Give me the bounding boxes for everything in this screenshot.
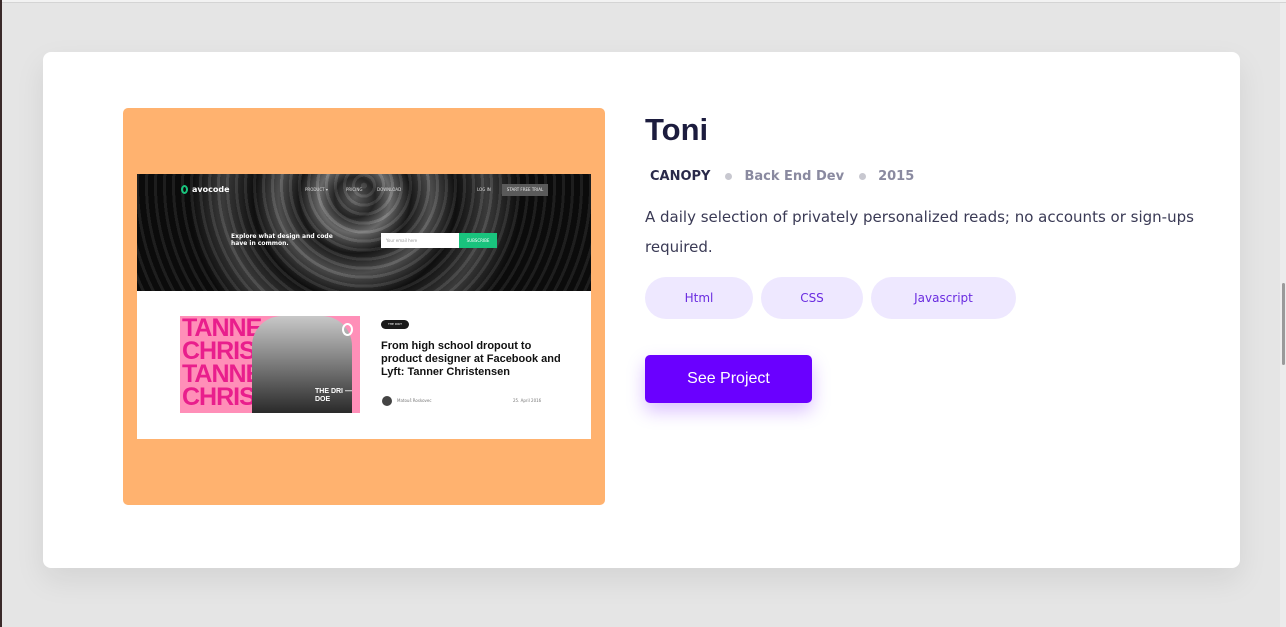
preview-chip: THE DRIT (381, 320, 409, 329)
meta-year: 2015 (878, 169, 915, 184)
meta-company: CANOPY (650, 169, 711, 184)
preview-hero-text: Explore what design and code have in com… (231, 233, 333, 247)
feature-text-line: CHRIS (182, 383, 256, 411)
preview-nav-product: PRODUCT ▾ (305, 187, 328, 192)
window-left-edge (0, 0, 2, 627)
preview-subscribe-button: SUBSCRIBE (459, 233, 497, 248)
preview-feature-image: TANNE CHRIS TANNE CHRIS THE DRI — DOE (180, 316, 360, 413)
preview-logo-text: avocode (192, 185, 230, 194)
preview-date: 25. April 2016 (513, 398, 542, 403)
tag-javascript[interactable]: Javascript (871, 277, 1016, 319)
preview-nav-download: DOWNLOAD (377, 187, 402, 192)
preview-author: Matouš Roskovec (397, 398, 432, 403)
preview-screenshot: avocode PRODUCT ▾ PRICING DOWNLOAD LOG I… (137, 174, 591, 439)
scrollbar-thumb[interactable] (1282, 283, 1285, 365)
preview-nav-pricing: PRICING (346, 187, 363, 192)
preview-cta: START FREE TRIAL (502, 184, 548, 196)
preview-nav-login: LOG IN (477, 187, 491, 192)
project-card: avocode PRODUCT ▾ PRICING DOWNLOAD LOG I… (43, 52, 1240, 568)
project-meta: CANOPY Back End Dev 2015 (650, 169, 914, 184)
browser-top-edge (0, 0, 1286, 3)
preview-nav: avocode PRODUCT ▾ PRICING DOWNLOAD LOG I… (137, 174, 591, 204)
project-preview: avocode PRODUCT ▾ PRICING DOWNLOAD LOG I… (123, 108, 605, 505)
preview-author-avatar (382, 396, 392, 406)
meta-role: Back End Dev (744, 169, 845, 184)
feature-tag: THE DRI — DOE (315, 388, 352, 403)
avocado-logo-icon (181, 185, 188, 194)
preview-email-field: Your email here (381, 233, 459, 248)
preview-article-title: From high school dropout to product desi… (381, 340, 561, 378)
see-project-button[interactable]: See Project (645, 355, 812, 403)
meta-separator-dot (725, 173, 733, 180)
tag-css[interactable]: CSS (761, 277, 863, 319)
project-description: A daily selection of privately personali… (645, 208, 1194, 256)
scrollbar[interactable] (1280, 3, 1286, 627)
project-title: Toni (645, 112, 709, 147)
meta-separator-dot (859, 173, 867, 180)
tech-tags: Html CSS Javascript (645, 277, 1016, 319)
feature-logo-icon (342, 323, 353, 336)
tag-html[interactable]: Html (645, 277, 753, 319)
